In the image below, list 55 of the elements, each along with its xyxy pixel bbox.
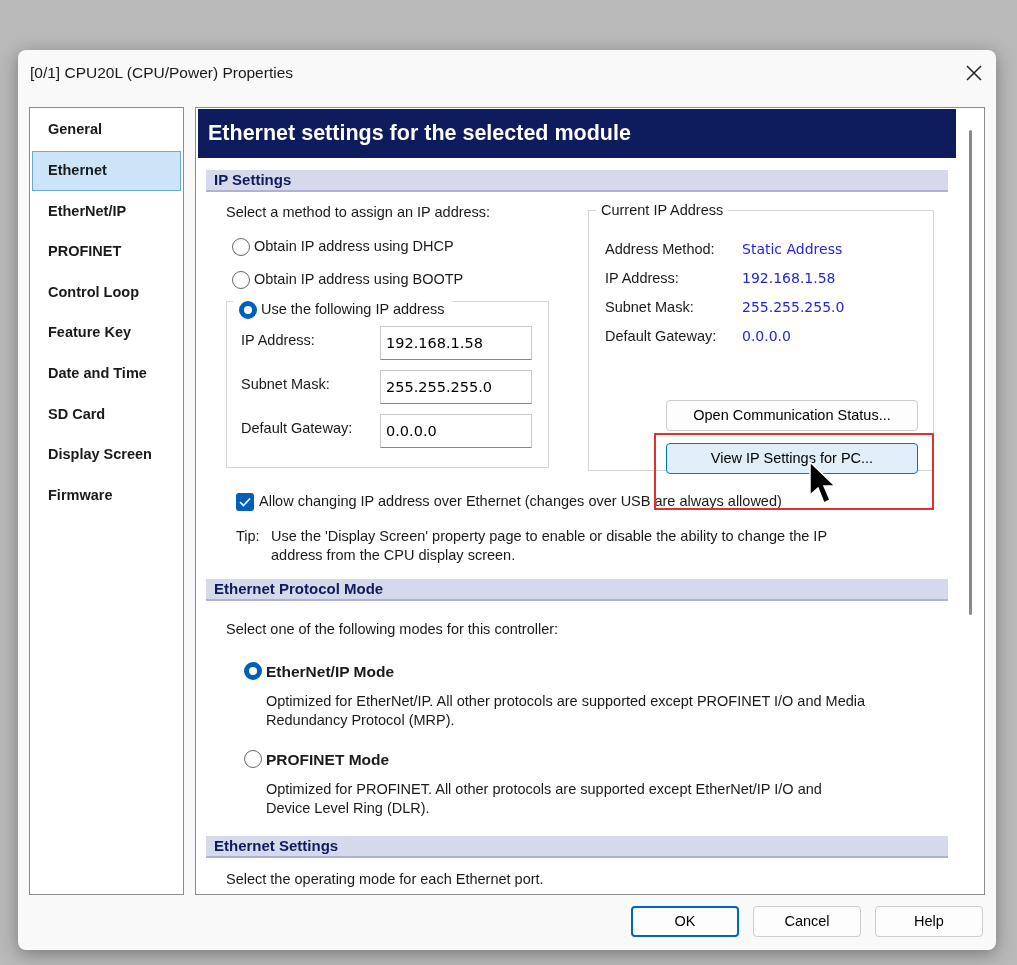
info-value: 0.0.0.0 (742, 327, 791, 346)
scrollbar-thumb[interactable] (968, 130, 972, 615)
sidebar-item[interactable]: Date and Time (32, 353, 181, 395)
field-label: IP Address: (241, 330, 315, 350)
close-icon[interactable] (966, 65, 982, 81)
page-title: Ethernet settings for the selected module (198, 109, 956, 158)
sidebar-item[interactable]: EtherNet/IP (32, 191, 181, 232)
radio-button[interactable] (239, 300, 257, 319)
field-label: Subnet Mask: (241, 374, 330, 394)
checkbox-label[interactable]: Allow changing IP address over Ethernet (changes over USB are always allowed) (259, 491, 782, 513)
sidebar-item[interactable]: PROFINET (32, 231, 181, 273)
check-icon (239, 496, 251, 507)
info-label: Subnet Mask: (605, 298, 695, 317)
section-heading: IP Settings (206, 170, 948, 192)
prompt-text: Select the operating mode for each Ethernet port. (226, 870, 545, 889)
section-heading: Ethernet Protocol Mode (206, 578, 948, 601)
info-label: Address Method: (605, 240, 716, 259)
radio-button[interactable] (232, 270, 250, 289)
radio-button[interactable] (244, 750, 262, 769)
info-label: IP Address: (605, 269, 680, 288)
input-field[interactable]: 192.168.1.58 (380, 325, 532, 360)
sidebar-item[interactable]: Feature Key (32, 312, 181, 354)
sidebar-item[interactable]: General (32, 110, 181, 151)
dialog-button[interactable]: OK (631, 906, 739, 937)
dialog-button[interactable]: Help (875, 906, 983, 937)
info-value: 192.168.1.58 (742, 269, 836, 288)
mode-description: Optimized for EtherNet/IP. All other protocols are supported except PROFINET I/O and Media Redundancy Protocol (MRP). (266, 691, 866, 730)
action-button[interactable]: Open Communication Status... (666, 400, 918, 431)
input-field[interactable]: 255.255.255.0 (380, 369, 532, 404)
sidebar-item[interactable]: Firmware (32, 475, 181, 516)
tip-text: Use the 'Display Screen' property page to enable or disable the ability to change the IP address from the CPU display screen. (271, 526, 828, 565)
radio-label[interactable]: Obtain IP address using BOOTP (254, 268, 464, 291)
tip-label: Tip: (236, 526, 261, 546)
radio-button[interactable] (244, 662, 262, 681)
prompt-text: Select one of the following modes for this controller: (226, 619, 560, 639)
mode-description: Optimized for PROFINET. All other protocols are supported except EtherNet/IP I/O and Device Level Ring (DLR). (266, 780, 823, 818)
radio-label[interactable]: EtherNet/IP Mode (266, 659, 395, 683)
info-label: Default Gateway: (605, 327, 718, 346)
sidebar-item[interactable]: SD Card (32, 394, 181, 435)
radio-label[interactable]: Obtain IP address using DHCP (254, 235, 454, 258)
checkbox[interactable] (236, 492, 254, 511)
section-heading: Ethernet Settings (206, 836, 948, 858)
dialog-button[interactable]: Cancel (753, 906, 861, 937)
sidebar-item[interactable]: Ethernet (32, 150, 181, 192)
input-field[interactable]: 0.0.0.0 (380, 413, 532, 448)
radio-label[interactable]: PROFINET Mode (266, 747, 390, 771)
info-value: 255.255.255.0 (742, 298, 845, 317)
prompt-text: Select a method to assign an IP address: (226, 203, 492, 222)
sidebar-item[interactable]: Control Loop (32, 272, 181, 313)
field-label: Default Gateway: (241, 418, 353, 438)
sidebar-item[interactable]: Display Screen (32, 434, 181, 476)
action-button[interactable]: View IP Settings for PC... (666, 443, 918, 474)
info-value: Static Address (742, 240, 843, 259)
radio-button[interactable] (232, 237, 250, 256)
window-title: [0/1] CPU20L (CPU/Power) Properties (30, 63, 294, 84)
